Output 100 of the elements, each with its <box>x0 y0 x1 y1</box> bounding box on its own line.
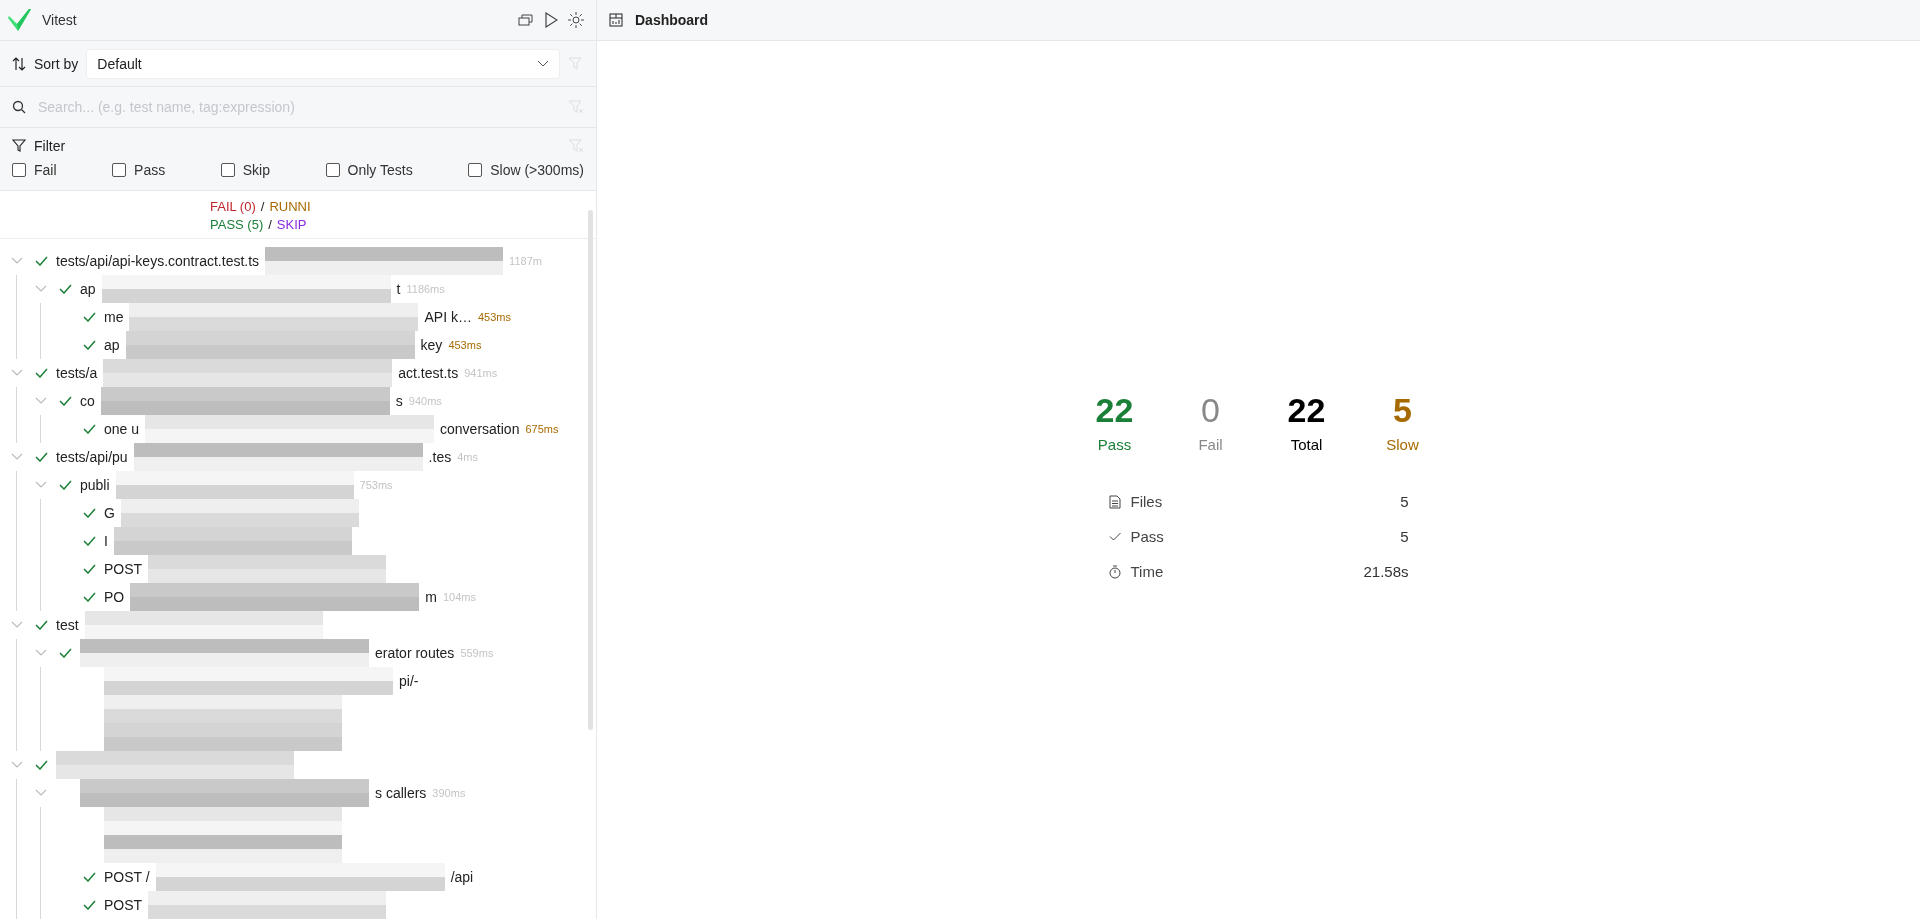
test-name[interactable]: act.test.ts <box>398 365 459 381</box>
duration-text: 940ms <box>408 395 442 407</box>
file-icon <box>1108 494 1121 509</box>
chevron-icon[interactable] <box>35 285 47 293</box>
status-count: / <box>260 199 265 214</box>
chevron-icon[interactable] <box>35 397 47 405</box>
dashboard-title: Dashboard <box>635 12 709 28</box>
checkbox[interactable] <box>325 163 340 177</box>
sort-label: Sort by <box>34 55 79 72</box>
test-name[interactable]: G <box>104 505 115 521</box>
duration-text: 453ms <box>448 339 482 351</box>
windows-icon[interactable] <box>518 13 534 27</box>
test-name[interactable]: /api <box>450 869 474 885</box>
stat-value: 22 <box>1095 391 1134 430</box>
checkbox[interactable] <box>112 163 127 177</box>
test-name[interactable]: tests/api/pu <box>56 449 128 465</box>
duration-text: 1186ms <box>406 283 445 295</box>
duration-text: 390ms <box>432 787 466 799</box>
duration-text: 104ms <box>442 591 476 603</box>
logo-icon <box>8 8 32 32</box>
status-count: PASS (5) <box>210 217 264 232</box>
test-name[interactable]: API k… <box>424 309 472 325</box>
stopwatch-icon <box>1108 564 1121 579</box>
duration-text: 4ms <box>457 451 478 463</box>
detail-value: 21.58s <box>1363 563 1409 580</box>
chevron-icon[interactable] <box>11 257 23 265</box>
chevron-icon[interactable] <box>11 761 23 769</box>
test-name[interactable]: publi <box>80 477 110 493</box>
checkbox[interactable] <box>468 163 483 177</box>
filter-clear-icon[interactable] <box>568 139 584 153</box>
test-name[interactable]: tests/a <box>56 365 98 381</box>
test-name[interactable]: test <box>56 617 79 633</box>
test-name[interactable]: key <box>420 337 443 353</box>
chevron-icon[interactable] <box>11 369 23 377</box>
test-name[interactable]: PO <box>104 589 125 605</box>
test-name[interactable]: tests/api/api-keys.contract.test.ts <box>56 253 260 269</box>
stat-label: Slow <box>1386 436 1419 453</box>
detail-value: 5 <box>1400 528 1409 545</box>
chevron-icon[interactable] <box>35 789 47 797</box>
checkbox[interactable] <box>12 163 26 177</box>
chevron-icon[interactable] <box>11 621 23 629</box>
duration-text: 753ms <box>359 479 393 491</box>
test-name[interactable]: .tes <box>428 449 452 465</box>
checkbox-label: Slow (>300ms) <box>490 162 584 178</box>
stat-label: Fail <box>1198 436 1223 453</box>
status-count: RUNNI <box>269 199 311 214</box>
duration-text: 1187m <box>509 255 542 267</box>
filter-label: Filter <box>34 138 67 154</box>
test-name[interactable]: POST <box>104 561 143 577</box>
sun-icon[interactable] <box>568 12 584 28</box>
stat-value: 22 <box>1287 391 1326 430</box>
test-name[interactable]: conversation <box>440 421 520 437</box>
stat-label: Pass <box>1097 436 1132 453</box>
test-name[interactable]: t <box>396 281 401 297</box>
test-name[interactable]: ap <box>104 337 120 353</box>
test-name[interactable]: s callers <box>375 785 427 801</box>
caret-icon <box>537 59 549 68</box>
check-icon <box>1108 532 1121 541</box>
test-name[interactable]: POST / <box>104 869 150 885</box>
test-name[interactable]: s <box>395 393 403 409</box>
stat-label: Total <box>1290 436 1323 453</box>
test-name[interactable]: I <box>104 533 108 549</box>
search-icon <box>12 100 26 115</box>
detail-value: 5 <box>1400 493 1409 510</box>
test-name[interactable]: m <box>425 589 437 605</box>
test-name[interactable]: co <box>80 393 95 409</box>
duration-text: 559ms <box>460 647 494 659</box>
test-name[interactable]: pi/- <box>399 673 419 689</box>
status-count: / <box>268 217 272 232</box>
duration-text: 675ms <box>525 423 559 435</box>
test-name[interactable]: ap <box>80 281 96 297</box>
test-name[interactable]: erator routes <box>375 645 455 661</box>
stat-value: 0 <box>1201 391 1220 430</box>
app-title: Vitest <box>42 12 78 28</box>
chevron-icon[interactable] <box>11 453 23 461</box>
sort-select[interactable]: Default <box>86 48 560 79</box>
checkbox-label: Pass <box>134 162 166 178</box>
duration-text: 941ms <box>464 367 498 379</box>
duration-text: 453ms <box>477 311 511 323</box>
checkbox-label: Fail <box>34 162 57 178</box>
play-icon[interactable] <box>544 12 558 28</box>
stat-value: 5 <box>1393 391 1412 430</box>
scrollbar[interactable] <box>588 210 593 730</box>
detail-label: Files <box>1130 493 1164 510</box>
chevron-icon[interactable] <box>35 481 47 489</box>
status-count: SKIP <box>276 217 307 232</box>
test-name[interactable]: POST <box>104 897 143 913</box>
sort-icon <box>12 56 26 71</box>
chevron-icon[interactable] <box>35 649 47 657</box>
checkbox-label: Only Tests <box>347 162 413 178</box>
dashboard-icon <box>609 13 623 27</box>
test-name[interactable]: me <box>104 309 124 325</box>
filter-reset-icon[interactable] <box>568 56 584 71</box>
checkbox-label: Skip <box>242 162 270 178</box>
checkbox[interactable] <box>220 163 235 177</box>
funnel-icon <box>12 139 26 153</box>
detail-label: Pass <box>1130 528 1165 545</box>
filter-clear-icon[interactable] <box>568 100 584 115</box>
test-name[interactable]: one u <box>104 421 140 437</box>
detail-label: Time <box>1130 563 1165 580</box>
